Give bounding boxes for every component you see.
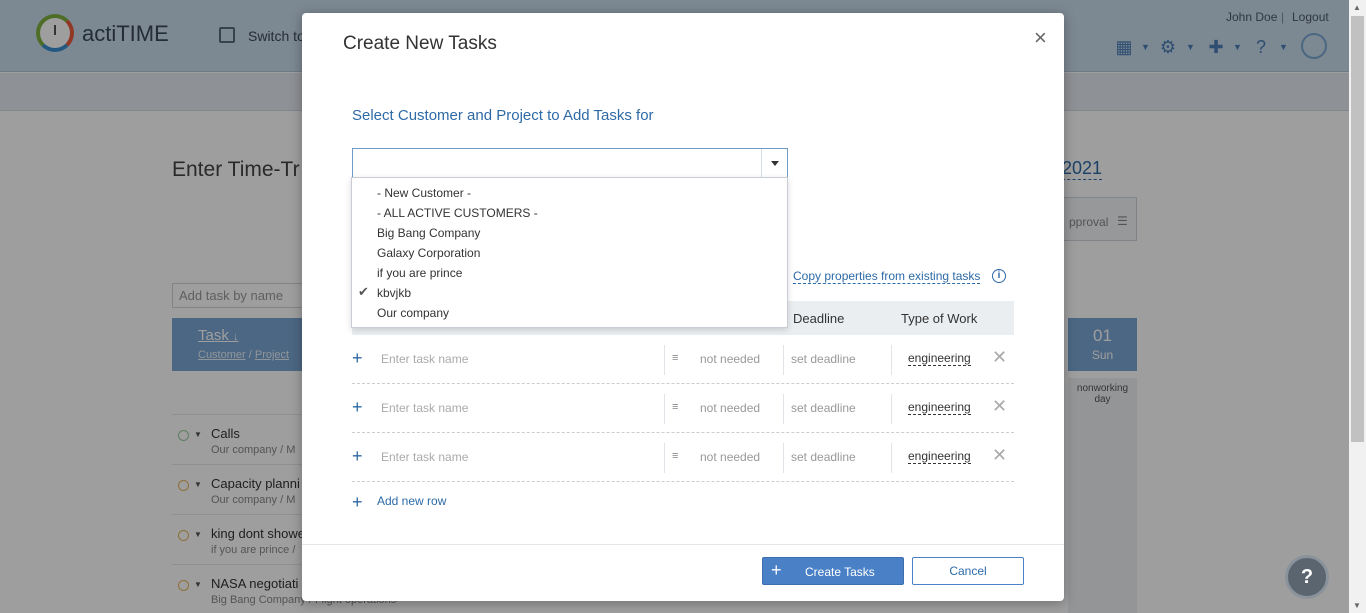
deadline-field[interactable]: set deadline xyxy=(791,352,856,366)
description-icon[interactable]: ≡ xyxy=(672,450,678,462)
estimate-field[interactable]: not needed xyxy=(700,401,760,415)
dropdown-option[interactable]: - ALL ACTIVE CUSTOMERS - xyxy=(352,203,787,223)
task-input-row: + Enter task name ≡ not needed set deadl… xyxy=(352,384,1014,433)
task-name-input[interactable]: Enter task name xyxy=(381,401,468,415)
dropdown-option[interactable]: - New Customer - xyxy=(352,183,787,203)
remove-row-icon[interactable]: ✕ xyxy=(992,347,1007,368)
type-of-work-select[interactable]: engineering xyxy=(908,400,971,415)
deadline-column-header: Deadline xyxy=(793,311,845,326)
info-icon[interactable]: i xyxy=(992,269,1006,283)
description-icon[interactable]: ≡ xyxy=(672,401,678,413)
plus-icon[interactable]: + xyxy=(352,493,363,511)
scroll-down-icon[interactable]: ▼ xyxy=(1353,601,1361,610)
task-name-input[interactable]: Enter task name xyxy=(381,450,468,464)
dropdown-option[interactable]: Our company xyxy=(352,303,787,323)
task-input-row: + Enter task name ≡ not needed set deadl… xyxy=(352,433,1014,482)
dialog-title: Create New Tasks xyxy=(343,33,497,54)
dropdown-option[interactable]: if you are prince xyxy=(352,263,787,283)
type-of-work-select[interactable]: engineering xyxy=(908,449,971,464)
scrollbar-thumb[interactable] xyxy=(1351,16,1364,442)
customer-select[interactable] xyxy=(352,148,788,178)
deadline-field[interactable]: set deadline xyxy=(791,450,856,464)
estimate-field[interactable]: not needed xyxy=(700,352,760,366)
plus-icon: + xyxy=(771,560,782,580)
remove-row-icon[interactable]: ✕ xyxy=(992,396,1007,417)
footer-divider xyxy=(302,544,1064,545)
chevron-down-icon[interactable] xyxy=(761,149,787,177)
customer-project-label: Select Customer and Project to Add Tasks… xyxy=(352,107,654,124)
type-of-work-column-header: Type of Work xyxy=(901,311,978,326)
deadline-field[interactable]: set deadline xyxy=(791,401,856,415)
estimate-field[interactable]: not needed xyxy=(700,450,760,464)
plus-icon[interactable]: + xyxy=(352,349,363,367)
cancel-button[interactable]: Cancel xyxy=(912,557,1024,585)
task-name-input[interactable]: Enter task name xyxy=(381,352,468,366)
dropdown-option[interactable]: Galaxy Corporation xyxy=(352,243,787,263)
dropdown-option-selected[interactable]: ✔ kbvjkb xyxy=(352,283,787,303)
checkmark-icon: ✔ xyxy=(358,284,369,299)
plus-icon[interactable]: + xyxy=(352,447,363,465)
add-new-row-link[interactable]: Add new row xyxy=(377,494,446,508)
create-tasks-button[interactable]: + Create Tasks xyxy=(762,557,904,585)
scroll-up-icon[interactable]: ▲ xyxy=(1353,3,1361,12)
help-button[interactable]: ? xyxy=(1285,555,1329,599)
close-icon[interactable]: × xyxy=(1034,27,1047,49)
copy-properties-link[interactable]: Copy properties from existing tasks xyxy=(793,269,981,284)
remove-row-icon[interactable]: ✕ xyxy=(992,445,1007,466)
description-icon[interactable]: ≡ xyxy=(672,352,678,364)
create-tasks-label: Create Tasks xyxy=(805,565,875,579)
dropdown-option[interactable]: Big Bang Company xyxy=(352,223,787,243)
type-of-work-select[interactable]: engineering xyxy=(908,351,971,366)
task-input-row: + Enter task name ≡ not needed set deadl… xyxy=(352,335,1014,384)
plus-icon[interactable]: + xyxy=(352,398,363,416)
customer-dropdown-list: - New Customer - - ALL ACTIVE CUSTOMERS … xyxy=(351,177,788,328)
